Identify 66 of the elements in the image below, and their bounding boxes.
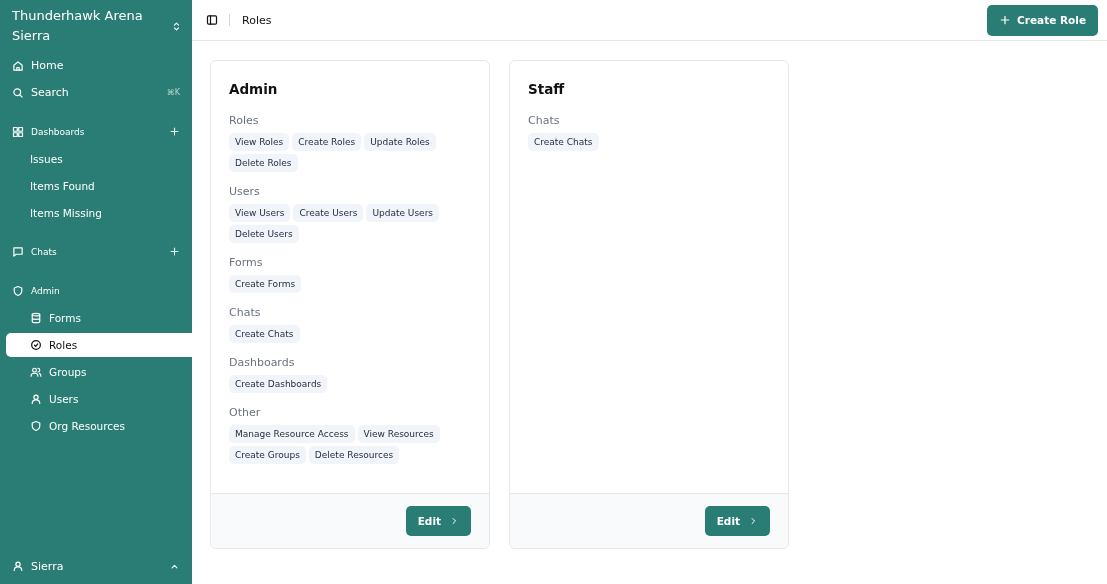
- permission-tag: Update Users: [366, 204, 440, 222]
- search-icon: [12, 86, 24, 99]
- sidebar-toggle-icon: [206, 14, 218, 26]
- sidebar-item[interactable]: Groups: [6, 359, 192, 384]
- shield-icon: [30, 419, 42, 432]
- shortcut-hint: ⌘K: [166, 88, 180, 97]
- permission-group-label: Other: [229, 406, 262, 419]
- permission-tag: Create Roles: [292, 133, 362, 151]
- permission-tag: View Roles: [229, 133, 290, 151]
- permission-group-label: Roles: [229, 114, 260, 127]
- permission-tag: Create Forms: [229, 275, 302, 293]
- permission-group-label: Chats: [229, 306, 262, 319]
- user-menu[interactable]: Sierra: [12, 559, 64, 573]
- sidebar-toggle[interactable]: [204, 12, 220, 28]
- permission-tag: Create Users: [293, 204, 364, 222]
- permission-tag: Create Chats: [229, 325, 300, 343]
- sidebar-item[interactable]: Items Found: [6, 173, 192, 198]
- permission-group-label: Dashboards: [229, 356, 296, 369]
- chevron-right-icon: [748, 516, 758, 526]
- grid-icon: [12, 125, 24, 138]
- database-icon: [30, 311, 42, 324]
- permission-group-label: Users: [229, 185, 261, 198]
- user-icon: [30, 392, 42, 405]
- edit-button[interactable]: Edit: [704, 506, 770, 536]
- chevron-right-icon: [449, 516, 459, 526]
- permission-group-label: Forms: [229, 256, 264, 269]
- org-name: Thunderhawk Arena Sierra: [12, 7, 144, 45]
- sidebar-item[interactable]: Forms: [6, 305, 192, 330]
- permission-group-label: Chats: [528, 114, 561, 127]
- plus-icon: [169, 126, 180, 137]
- user-icon: [12, 560, 24, 572]
- nav-link[interactable]: Search ⌘K: [0, 79, 192, 106]
- breadcrumb: Roles: [242, 13, 272, 27]
- chat-icon: [12, 245, 24, 258]
- sidebar-item[interactable]: Org Resources: [6, 413, 192, 438]
- permission-tag: View Resources: [357, 425, 440, 443]
- section-link[interactable]: Admin: [12, 284, 60, 297]
- role-name: Admin: [229, 81, 279, 97]
- nav-link[interactable]: Home: [0, 52, 192, 79]
- create-role-button[interactable]: Create Role: [987, 4, 1098, 36]
- plus-icon: [999, 14, 1012, 26]
- permission-tag: Delete Resources: [308, 446, 400, 464]
- sidebar-item[interactable]: Items Missing: [6, 200, 192, 225]
- permission-tag: Update Roles: [364, 133, 436, 151]
- sidebar-item[interactable]: Roles: [6, 332, 192, 357]
- add-button[interactable]: [169, 246, 180, 257]
- permission-tag: Manage Resource Access: [229, 425, 355, 443]
- permission-tag: Delete Users: [229, 225, 299, 243]
- check-circle-icon: [30, 338, 42, 351]
- permission-tag: Create Dashboards: [229, 375, 328, 393]
- sidebar-item[interactable]: Users: [6, 386, 192, 411]
- sidebar-item[interactable]: Issues: [6, 146, 192, 171]
- section-link[interactable]: Dashboards: [12, 125, 85, 138]
- permission-tag: Create Chats: [528, 133, 599, 151]
- permission-tag: Create Groups: [229, 446, 306, 464]
- section-link[interactable]: Chats: [12, 245, 57, 258]
- shield-icon: [12, 284, 24, 297]
- permission-tag: Delete Roles: [229, 154, 298, 172]
- role-name: Staff: [528, 81, 566, 97]
- chevron-up-down-icon: [171, 20, 182, 32]
- permission-tag: View Users: [229, 204, 291, 222]
- home-icon: [12, 59, 24, 72]
- edit-button[interactable]: Edit: [405, 506, 471, 536]
- users-icon: [30, 365, 42, 378]
- add-button[interactable]: [169, 126, 180, 137]
- plus-icon: [169, 246, 180, 257]
